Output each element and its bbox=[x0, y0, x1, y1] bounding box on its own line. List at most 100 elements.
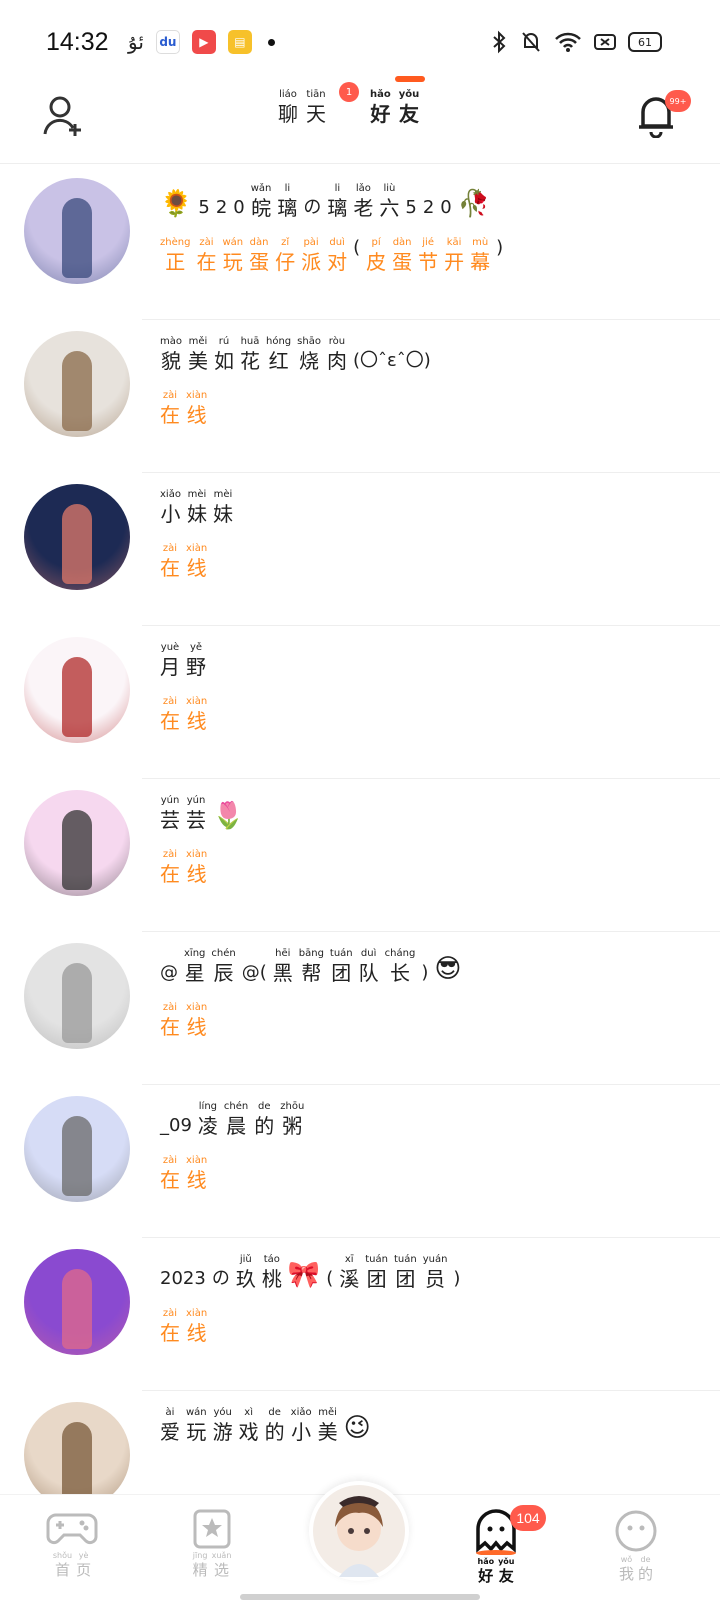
ruby-char: ròu 肉 bbox=[327, 335, 347, 373]
avatar-figure bbox=[62, 963, 92, 1043]
friend-avatar[interactable] bbox=[24, 331, 130, 437]
friend-row[interactable]: yún 芸 yún 芸 🌷 zài 在 xiàn 线 bbox=[0, 776, 720, 932]
hanzi: 线 bbox=[186, 403, 207, 427]
friend-avatar[interactable] bbox=[24, 178, 130, 284]
tab-chat[interactable]: liáo 聊 tiān 天 bbox=[278, 88, 326, 126]
pinyin: tuán bbox=[329, 948, 353, 959]
nav-me[interactable]: wǒ 我 de 的 bbox=[596, 1509, 676, 1583]
friend-row[interactable]: yuè 月 yě 野 zài 在 xiàn 线 bbox=[0, 623, 720, 779]
hanzi: 美 bbox=[317, 1420, 338, 1444]
friend-row[interactable]: ài 爱 wán 玩 yóu 游 xì 戏 de 的 xiǎo 小 měi 美 😉 bbox=[0, 1388, 720, 1494]
pinyin: xiǎo bbox=[160, 489, 181, 500]
ruby-char: tuán 团 bbox=[365, 1253, 388, 1291]
pinyin: yè bbox=[78, 1551, 89, 1560]
pinyin: liù bbox=[383, 183, 396, 194]
pinyin: ài bbox=[165, 1407, 175, 1418]
hanzi: 野 bbox=[186, 655, 206, 679]
home-indicator[interactable] bbox=[240, 1594, 480, 1600]
avatar-figure bbox=[62, 1269, 92, 1349]
hanzi: 我 bbox=[618, 1565, 634, 1583]
ruby-char: yǒu 友 bbox=[399, 88, 420, 126]
hanzi: 仔 bbox=[275, 250, 296, 274]
ruby-char: yóu 游 bbox=[213, 1406, 233, 1444]
status-system-icons: 61 bbox=[490, 30, 662, 54]
friend-row[interactable]: mào 貌 měi 美 rú 如 huā 花 hóng 红 shāo 烧 ròu 肉 (〇ˆεˆ〇) zài 在… bbox=[0, 317, 720, 473]
pinyin: hǎo bbox=[477, 1557, 495, 1566]
ruby-char: zài 在 bbox=[160, 848, 180, 886]
friend-row[interactable]: _09 líng 凌 chén 晨 de 的 zhōu 粥 zài 在 xiàn 线 bbox=[0, 1082, 720, 1238]
hanzi: 在 bbox=[160, 556, 180, 580]
friend-avatar[interactable] bbox=[24, 790, 130, 896]
ruby-char: de 的 bbox=[638, 1555, 653, 1583]
pinyin: li bbox=[284, 183, 291, 194]
tab-friends[interactable]: hǎo 好 yǒu 友 bbox=[370, 88, 419, 126]
hanzi: 璃 bbox=[277, 196, 298, 220]
pinyin: xì bbox=[244, 1407, 253, 1418]
friend-avatar[interactable] bbox=[24, 1402, 130, 1494]
ruby-char: jīng 精 bbox=[193, 1551, 208, 1579]
ruby-char: měi 美 bbox=[188, 335, 208, 373]
pinyin: jīng bbox=[192, 1551, 208, 1560]
add-friend-icon[interactable] bbox=[42, 94, 86, 138]
pinyin: tiān bbox=[306, 89, 326, 100]
pinyin: zài bbox=[162, 1002, 178, 1013]
name-text: _09 bbox=[160, 1115, 192, 1136]
ruby-char: wǎn 皖 bbox=[251, 182, 272, 220]
ruby-char: měi 美 bbox=[318, 1406, 338, 1444]
friend-avatar[interactable] bbox=[24, 637, 130, 743]
avatar-figure bbox=[62, 504, 92, 584]
friend-row[interactable]: 2023 の jiǔ 玖 táo 桃 🎀(xī 溪 tuán 团 tuán 团 yuán 员) zài 在 xi… bbox=[0, 1235, 720, 1391]
character-avatar-icon bbox=[313, 1485, 405, 1577]
hanzi: 妹 bbox=[186, 502, 207, 526]
nav-featured[interactable]: jīng 精 xuǎn 选 bbox=[172, 1509, 252, 1579]
pinyin: zhōu bbox=[280, 1101, 305, 1112]
hanzi: 团 bbox=[366, 1267, 387, 1291]
name-text: 2 bbox=[215, 197, 228, 218]
hanzi: 芸 bbox=[160, 808, 180, 832]
pinyin: pài bbox=[303, 237, 319, 248]
hanzi: 正 bbox=[165, 250, 186, 274]
pinyin: hēi bbox=[275, 948, 291, 959]
pinyin: zài bbox=[199, 237, 214, 248]
pinyin: yǒu bbox=[398, 89, 420, 100]
pinyin: li bbox=[334, 183, 341, 194]
name-text: 0 bbox=[440, 197, 452, 218]
name-text: 0 bbox=[233, 197, 245, 218]
ruby-char: xiàn 线 bbox=[186, 1154, 207, 1192]
friend-avatar[interactable] bbox=[24, 1096, 130, 1202]
hanzi: 在 bbox=[160, 1321, 180, 1345]
hanzi: 烧 bbox=[299, 349, 320, 373]
nav-home[interactable]: shǒu 首 yè 页 bbox=[32, 1509, 112, 1579]
chat-unread-badge: 1 bbox=[339, 82, 359, 102]
name-text: ( bbox=[326, 1268, 334, 1289]
friend-avatar[interactable] bbox=[24, 943, 130, 1049]
hanzi: 在 bbox=[160, 862, 180, 886]
character-avatar-button[interactable] bbox=[309, 1481, 409, 1581]
friend-list[interactable]: 🌻 5 2 0 wǎn 皖 li 璃の li 璃 lǎo 老 liù 六 5 2 0 🥀 zhèng 正 zài 在 wán… bbox=[0, 164, 720, 1494]
emoji-icon: 😉 bbox=[343, 1413, 371, 1443]
pinyin: xiàn bbox=[186, 1155, 208, 1166]
hanzi: 页 bbox=[76, 1561, 92, 1579]
ruby-char: zǐ 仔 bbox=[275, 236, 295, 274]
ruby-char: zài 在 bbox=[196, 236, 216, 274]
friend-status: zài 在 xiàn 线 bbox=[160, 695, 207, 733]
status-bar: 14:32 ئۇ du ▶ ▤ 61 bbox=[0, 0, 720, 80]
friend-avatar[interactable] bbox=[24, 1249, 130, 1355]
friend-row[interactable]: @ xīng 星 chén 辰 @(hēi 黑 bāng 帮 tuán 团 duì 队 cháng 长) 😎 z… bbox=[0, 929, 720, 1085]
friend-row[interactable]: xiǎo 小 mèi 妹 mèi 妹 zài 在 xiàn 线 bbox=[0, 470, 720, 626]
pinyin: shāo bbox=[297, 336, 321, 347]
hanzi: 皮 bbox=[366, 250, 387, 274]
ruby-char: de 的 bbox=[254, 1100, 274, 1138]
hanzi: 线 bbox=[186, 1015, 207, 1039]
friend-row[interactable]: 🌻 5 2 0 wǎn 皖 li 璃の li 璃 lǎo 老 liù 六 5 2 0 🥀 zhèng 正 zài 在 wán… bbox=[0, 164, 720, 320]
ruby-char: rú 如 bbox=[214, 335, 234, 373]
hanzi: 在 bbox=[160, 403, 180, 427]
avatar-figure bbox=[62, 810, 92, 890]
pinyin: de bbox=[257, 1101, 271, 1112]
ruby-char: mù 幕 bbox=[470, 236, 490, 274]
hanzi: 友 bbox=[498, 1567, 514, 1585]
friend-avatar[interactable] bbox=[24, 484, 130, 590]
hanzi: 长 bbox=[389, 961, 410, 985]
friend-name: ài 爱 wán 玩 yóu 游 xì 戏 de 的 xiǎo 小 měi 美 😉 bbox=[160, 1406, 371, 1444]
notification-badge: 99+ bbox=[665, 90, 691, 112]
